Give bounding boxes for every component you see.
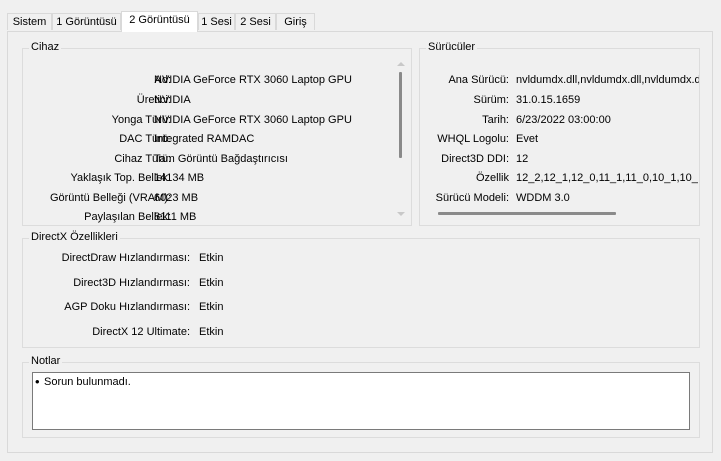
device-value: Tam Görüntü Bağdaştırıcısı xyxy=(154,153,288,165)
tab-system[interactable]: Sistem xyxy=(7,13,52,30)
directx-feature-label: DirectX 12 Ultimate: xyxy=(92,326,190,338)
drivers-group-title: Sürücüler xyxy=(426,41,478,53)
tab-display-2[interactable]: 2 Görüntüsü xyxy=(121,11,198,32)
device-group-title: Cihaz xyxy=(29,41,62,53)
driver-value: WDDM 3.0 xyxy=(516,192,570,204)
driver-label: Özellik xyxy=(475,172,509,184)
device-value: NVIDIA GeForce RTX 3060 Laptop GPU xyxy=(154,74,352,86)
device-list[interactable]: Ad: NVIDIA GeForce RTX 3060 Laptop GPU Ü… xyxy=(23,70,395,224)
driver-value: 12 xyxy=(516,153,529,165)
driver-label: Sürüm: xyxy=(473,94,509,106)
directx-features-title: DirectX Özellikleri xyxy=(29,231,120,243)
device-label: Görüntü Belleği (VRAM): xyxy=(49,192,171,204)
tab-sound-2[interactable]: 2 Sesi xyxy=(235,13,276,30)
bullet-icon: • xyxy=(35,374,40,389)
directx-feature-label: Direct3D Hızlandırması: xyxy=(73,277,190,289)
scroll-down-arrow-icon[interactable] xyxy=(397,212,405,216)
device-value: 14134 MB xyxy=(154,172,205,184)
device-value: Integrated RAMDAC xyxy=(154,133,255,145)
driver-label: WHQL Logolu: xyxy=(437,133,509,145)
drivers-list[interactable]: Ana Sürücü: nvldumdx.dll,nvldumdx.dll,nv… xyxy=(420,70,699,208)
driver-value: 31.0.15.1659 xyxy=(516,94,581,106)
notes-item: Sorun bulunmadı. xyxy=(44,376,131,388)
directx-feature-label: DirectDraw Hızlandırması: xyxy=(61,252,190,264)
scroll-thumb[interactable] xyxy=(438,212,616,215)
driver-value: Evet xyxy=(516,133,539,145)
driver-label: Sürücü Modeli: xyxy=(435,192,509,204)
directx-feature-value: Etkin xyxy=(199,301,224,313)
directx-feature-value: Etkin xyxy=(199,277,224,289)
driver-label: Ana Sürücü: xyxy=(448,74,509,86)
device-value: NVIDIA GeForce RTX 3060 Laptop GPU xyxy=(154,114,352,126)
driver-label: Direct3D DDI: xyxy=(441,153,509,165)
tab-display-1[interactable]: 1 Görüntüsü xyxy=(52,13,121,30)
driver-value: 12_2,12_1,12_0,11_1,11_0,10_1,10_ xyxy=(516,172,698,184)
tab-input[interactable]: Giriş xyxy=(276,13,315,30)
driver-value: 6/23/2022 03:00:00 xyxy=(516,114,611,126)
device-value: 6023 MB xyxy=(154,192,199,204)
drivers-hscrollbar[interactable] xyxy=(438,210,618,216)
directx-feature-value: Etkin xyxy=(199,252,224,264)
directx-feature-label: AGP Doku Hızlandırması: xyxy=(64,301,190,313)
notes-group-title: Notlar xyxy=(29,355,63,367)
directx-feature-value: Etkin xyxy=(199,326,224,338)
scroll-thumb[interactable] xyxy=(399,72,402,158)
tab-sound-1[interactable]: 1 Sesi xyxy=(198,13,235,30)
driver-value: nvldumdx.dll,nvldumdx.dll,nvldumdx.d xyxy=(516,74,699,86)
driver-label: Tarih: xyxy=(482,114,509,126)
notes-textbox[interactable]: • Sorun bulunmadı. xyxy=(32,372,690,430)
device-value: NVIDIA xyxy=(154,94,191,106)
device-value: 8111 MB xyxy=(154,211,197,223)
device-scrollbar[interactable] xyxy=(394,56,408,222)
scroll-up-arrow-icon[interactable] xyxy=(397,62,405,66)
